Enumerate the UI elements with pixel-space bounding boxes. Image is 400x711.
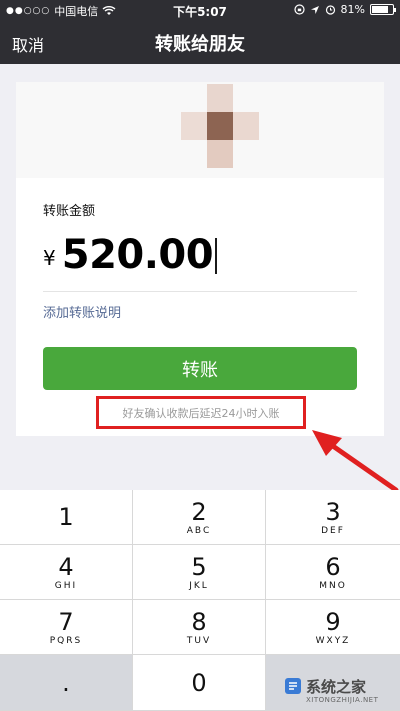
numeric-keypad: 1 2 ABC 3 DEF 4 GHI 5 JKL 6 MNO 7 PQRS 8… xyxy=(0,490,400,711)
top-bar: ●●○○○ 中国电信 下午5:07 81% 取消 转账给朋友 xyxy=(0,0,400,64)
key-number: 5 xyxy=(191,552,207,581)
text-cursor xyxy=(215,238,218,274)
divider xyxy=(43,291,357,292)
key-number: 6 xyxy=(325,552,341,581)
recipient-avatar xyxy=(181,84,259,170)
key-letters: DEF xyxy=(321,525,345,536)
key-8[interactable]: 8 TUV xyxy=(133,600,266,655)
key-0[interactable]: 0 xyxy=(133,655,266,711)
key-number: 9 xyxy=(325,607,341,636)
status-bar: ●●○○○ 中国电信 下午5:07 81% xyxy=(0,0,400,20)
annotation-arrow-icon xyxy=(312,430,399,493)
key-6[interactable]: 6 MNO xyxy=(266,545,400,600)
amount-label: 转账金额 xyxy=(43,204,96,219)
battery-icon xyxy=(370,4,396,15)
rotation-lock-icon xyxy=(293,4,305,15)
amount-input[interactable]: ¥ 520.00 xyxy=(43,230,218,278)
amount-value[interactable]: 520.00 xyxy=(62,232,214,278)
key-4[interactable]: 4 GHI xyxy=(0,545,133,600)
battery-percent: 81% xyxy=(340,3,365,16)
watermark: 系统之家 XITONGZHIJIA.NET xyxy=(284,675,396,707)
transfer-button[interactable]: 转账 xyxy=(43,347,357,390)
key-letters: MNO xyxy=(319,580,347,591)
key-number: . xyxy=(62,668,70,697)
key-number: 8 xyxy=(191,607,207,636)
key-letters: WXYZ xyxy=(315,635,351,646)
page-title: 转账给朋友 xyxy=(155,34,245,55)
key-number: 4 xyxy=(58,552,74,581)
currency-symbol: ¥ xyxy=(43,246,56,270)
key-number: 1 xyxy=(58,503,74,531)
hint-highlight-box: 好友确认收款后延迟24小时入账 xyxy=(96,396,306,429)
alarm-clock-icon xyxy=(325,5,335,15)
location-icon xyxy=(310,5,319,14)
key-number: 3 xyxy=(325,497,341,526)
watermark-url: XITONGZHIJIA.NET xyxy=(306,696,379,704)
key-7[interactable]: 7 PQRS xyxy=(0,600,133,655)
key-2[interactable]: 2 ABC xyxy=(133,490,266,545)
recipient-header xyxy=(16,82,384,178)
key-letters: JKL xyxy=(189,580,209,591)
key-9[interactable]: 9 WXYZ xyxy=(266,600,400,655)
key-number: 7 xyxy=(58,607,74,636)
key-1[interactable]: 1 xyxy=(0,490,133,545)
key-number: 2 xyxy=(191,497,207,526)
key-5[interactable]: 5 JKL xyxy=(133,545,266,600)
battery-fill xyxy=(372,6,389,13)
key-letters: GHI xyxy=(54,580,78,591)
key-letters: ABC xyxy=(186,525,212,536)
key-letters: TUV xyxy=(186,635,212,646)
watermark-text: 系统之家 xyxy=(306,678,367,696)
transfer-form: 转账金额 ¥ 520.00 添加转账说明 转账 好友确认收款后延迟24小时入账 xyxy=(16,178,384,436)
key-3[interactable]: 3 DEF xyxy=(266,490,400,545)
key-decimal[interactable]: . xyxy=(0,655,133,711)
key-letters: PQRS xyxy=(49,635,83,646)
delay-hint-text: 好友确认收款后延迟24小时入账 xyxy=(122,406,280,420)
watermark-logo-icon xyxy=(285,678,301,694)
key-number: 0 xyxy=(191,668,207,697)
add-note-link[interactable]: 添加转账说明 xyxy=(43,302,121,321)
